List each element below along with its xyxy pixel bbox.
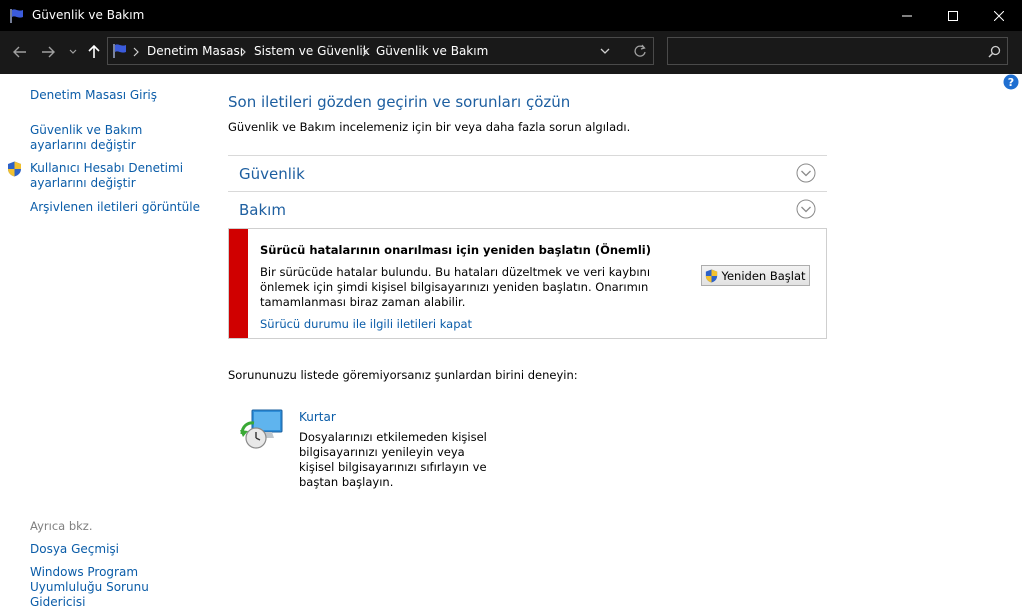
search-box[interactable] [667,37,1008,65]
section-security[interactable]: Güvenlik [228,155,827,191]
recovery-link[interactable]: Kurtar [299,410,336,424]
content-area: ? Denetim Masası Giriş Güvenlik ve Bakım… [0,74,1022,615]
section-maintenance[interactable]: Bakım [228,191,827,227]
maximize-icon [948,10,958,21]
section-title: Bakım [239,201,286,219]
restart-button-label: Yeniden Başlat [721,268,806,283]
minimize-button[interactable] [884,0,930,31]
sidebar-item-file-history[interactable]: Dosya Geçmişi [30,542,119,557]
chevron-down-icon[interactable] [796,199,816,219]
sidebar-item-control-panel-home[interactable]: Denetim Masası Giriş [30,88,157,103]
uac-shield-icon [706,269,718,282]
flag-icon [113,44,126,58]
alert-severity-bar [229,229,248,338]
sidebar-item-uac-settings[interactable]: Kullanıcı Hesabı Denetimi ayarlarını değ… [30,161,190,191]
window-title: Güvenlik ve Bakım [32,8,145,22]
chevron-down-icon[interactable] [600,48,610,55]
restart-button[interactable]: Yeniden Başlat [701,265,810,286]
arrow-left-icon [13,46,26,58]
flag-icon [10,9,23,23]
back-button[interactable] [10,41,30,63]
address-bar[interactable]: Denetim Masası Sistem ve Güvenlik Güvenl… [107,37,654,65]
arrow-right-icon [42,46,55,58]
chevron-down-icon[interactable] [796,163,816,183]
chevron-down-icon [69,49,77,54]
breadcrumb-item[interactable]: Denetim Masası [147,44,243,58]
uac-shield-icon [8,161,21,177]
alert-body: Bir sürücüde hatalar bulundu. Bu hatalar… [260,265,651,309]
breadcrumb-item[interactable]: Sistem ve Güvenlik [254,44,370,58]
maximize-button[interactable] [930,0,976,31]
arrow-up-icon [88,45,100,58]
minimize-icon [902,15,912,16]
breadcrumb-separator-icon [240,47,246,57]
page-title: Son iletileri gözden geçirin ve sorunlar… [228,93,571,111]
recovery-description: Dosyalarınızı etkilemeden kişisel bilgis… [299,430,487,489]
close-button[interactable] [976,0,1022,31]
help-icon[interactable]: ? [1003,74,1019,90]
svg-text:?: ? [1008,76,1014,89]
maintenance-alert: Sürücü hatalarının onarılması için yenid… [228,228,827,339]
sidebar-item-change-settings[interactable]: Güvenlik ve Bakım ayarlarını değiştir [30,123,190,153]
dismiss-drive-messages-link[interactable]: Sürücü durumu ile ilgili iletileri kapat [260,317,472,331]
page-subtitle: Güvenlik ve Bakım incelemeniz için bir v… [228,120,631,134]
try-text: Sorununuzu listede göremiyorsanız şunlar… [228,368,578,382]
see-also-label: Ayrıca bkz. [30,519,93,533]
section-title: Güvenlik [239,165,305,183]
recent-locations-button[interactable] [66,41,80,63]
title-bar: Güvenlik ve Bakım [0,0,1022,31]
sidebar-item-compatibility-troubleshooter[interactable]: Windows Program Uyumluluğu Sorunu Gideri… [30,565,200,610]
breadcrumb-separator-icon [133,47,139,57]
alert-title: Sürücü hatalarının onarılması için yenid… [260,243,651,257]
close-icon [994,10,1004,21]
up-button[interactable] [84,41,104,63]
recovery-icon [240,409,283,449]
refresh-icon[interactable] [633,44,647,58]
search-icon [988,45,1001,58]
breadcrumb-item[interactable]: Güvenlik ve Bakım [376,44,488,58]
breadcrumb-separator-icon [362,47,368,57]
forward-button[interactable] [38,41,58,63]
sidebar-item-archived-messages[interactable]: Arşivlenen iletileri görüntüle [30,200,200,215]
search-input[interactable] [674,42,978,62]
